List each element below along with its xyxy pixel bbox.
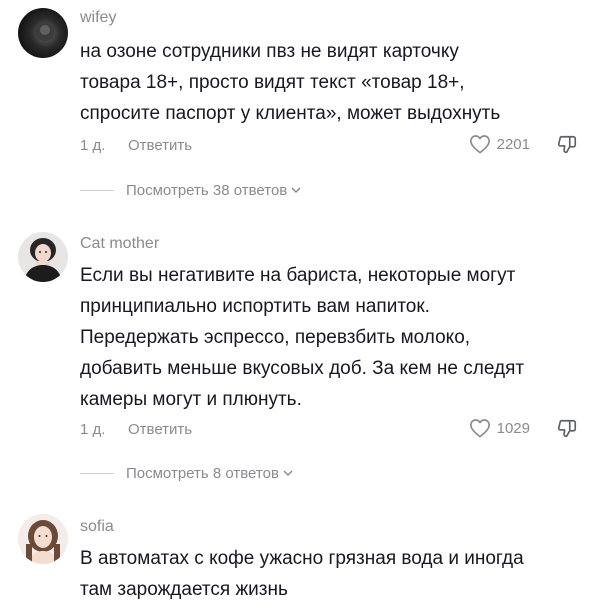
view-replies-label: Посмотреть 38 ответов xyxy=(126,181,288,199)
comment-text-line: принципиально испортить вам напиток. xyxy=(80,296,430,317)
comment-meta: 1 д. Ответить 1029 xyxy=(80,418,582,442)
view-replies-label: Посмотреть 8 ответов xyxy=(126,464,279,482)
comment-text: В автоматах с кофе ужасно грязная вода и… xyxy=(80,543,590,605)
divider xyxy=(80,472,114,474)
comment-text: Если вы негативите на бариста, некоторые… xyxy=(80,260,590,415)
comment-text: на озоне сотрудники пвз не видят карточк… xyxy=(80,36,590,129)
comment-username[interactable]: sofia xyxy=(80,517,114,537)
comment-timestamp: 1 д. xyxy=(80,421,106,438)
thumbs-down-icon xyxy=(557,135,577,154)
view-replies-button[interactable]: Посмотреть 38 ответов xyxy=(80,180,302,200)
comment-text-line: камеры могут и плюнуть. xyxy=(80,389,302,410)
comment-text-line: Передержать эспрессо, перевзбить молоко, xyxy=(80,327,471,348)
avatar[interactable] xyxy=(18,514,68,564)
dislike-button[interactable] xyxy=(556,134,578,160)
comment-text-line: товара 18+, просто видят текст «товар 18… xyxy=(80,72,465,93)
comment-text-line: спросите паспорт у клиента», может выдох… xyxy=(80,103,501,124)
comment-text-line: добавить меньше вкусовых доб. За кем не … xyxy=(80,358,525,379)
divider xyxy=(80,189,114,191)
comment-timestamp: 1 д. xyxy=(80,137,106,154)
like-count: 1029 xyxy=(496,419,530,437)
dislike-button[interactable] xyxy=(556,418,578,444)
heart-outline-icon xyxy=(469,419,490,438)
chevron-down-icon xyxy=(291,187,301,194)
comment-text-line: Если вы негативите на бариста, некоторые… xyxy=(80,265,516,286)
comment-text-line: там зарождается жизнь xyxy=(80,579,288,600)
comment-username[interactable]: Cat mother xyxy=(80,234,159,254)
comment-meta: 1 д. Ответить 2201 xyxy=(80,134,582,158)
heart-outline-icon xyxy=(469,135,490,154)
like-button[interactable]: 1029 xyxy=(469,418,530,438)
like-count: 2201 xyxy=(496,135,530,153)
view-replies-button[interactable]: Посмотреть 8 ответов xyxy=(80,463,294,483)
comment-text-line: на озоне сотрудники пвз не видят карточк… xyxy=(80,41,459,62)
avatar[interactable] xyxy=(18,8,68,58)
reply-button[interactable]: Ответить xyxy=(128,421,192,438)
reply-button[interactable]: Ответить xyxy=(128,137,192,154)
comment-username[interactable]: wifey xyxy=(80,8,116,28)
like-button[interactable]: 2201 xyxy=(469,134,530,154)
thumbs-down-icon xyxy=(557,419,577,438)
comment-text-line: В автоматах с кофе ужасно грязная вода и… xyxy=(80,548,524,569)
chevron-down-icon xyxy=(283,470,293,477)
avatar[interactable] xyxy=(18,232,68,282)
